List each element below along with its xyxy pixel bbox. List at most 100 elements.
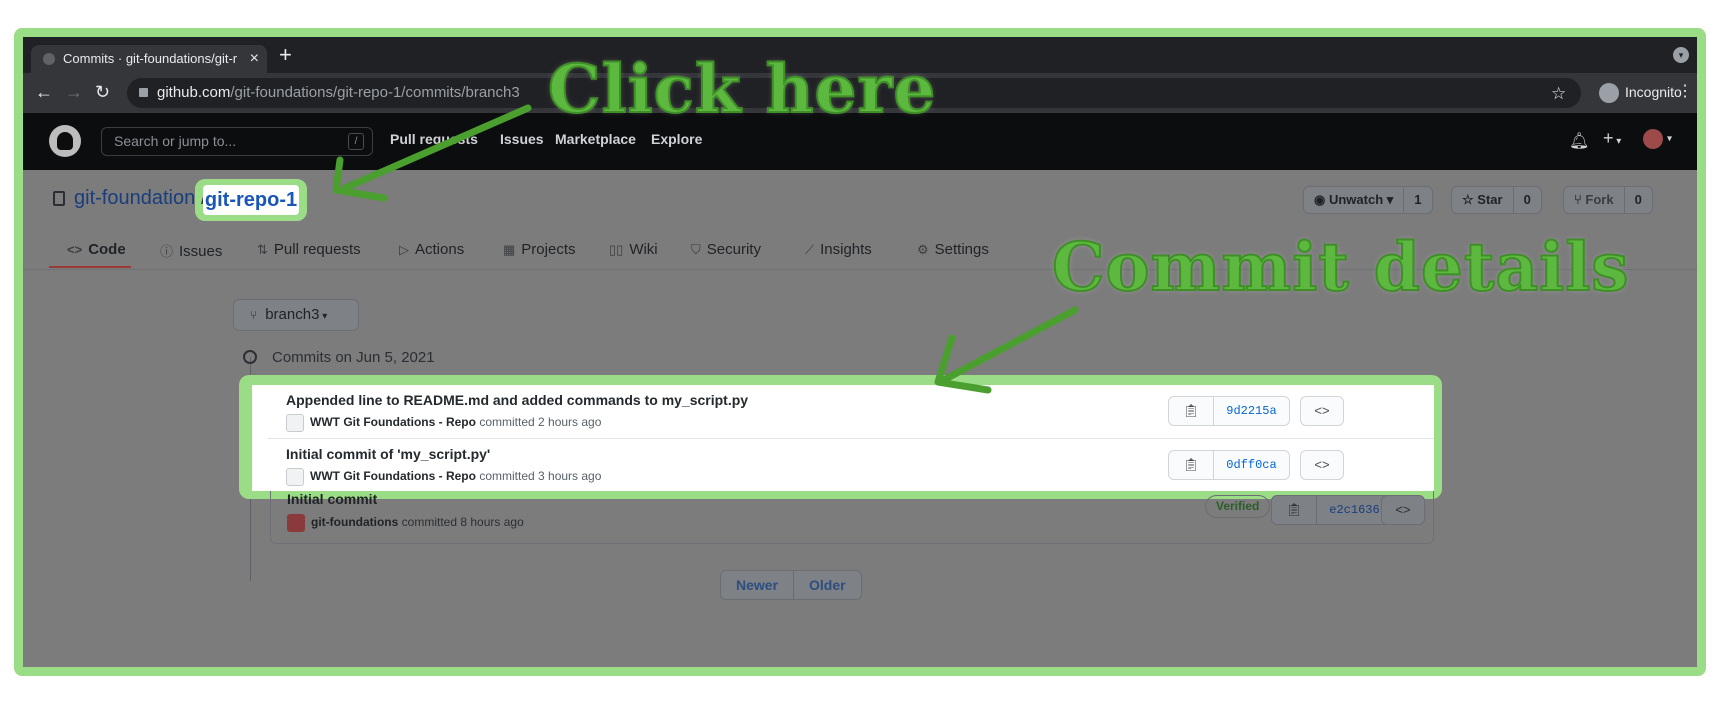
tab-code[interactable]: <> Code [67, 241, 126, 258]
fork-count[interactable]: 0 [1623, 187, 1652, 213]
nav-marketplace[interactable]: Marketplace [555, 131, 636, 147]
tab-issues[interactable]: ⓘ Issues [160, 241, 222, 260]
back-icon[interactable]: ← [35, 81, 53, 103]
commit-sha-link[interactable]: 9d2215a [1213, 397, 1289, 425]
incognito-label: Incognito [1625, 84, 1682, 100]
tab-pull-requests[interactable]: ⇅ Pull requests [257, 241, 361, 258]
commit-title[interactable]: Initial commit of 'my_script.py' [286, 446, 490, 462]
tab-insights[interactable]: ⟋ Insights [805, 241, 872, 258]
repo-icon [53, 191, 65, 206]
watch-count[interactable]: 1 [1403, 187, 1431, 213]
older-button[interactable]: Older [793, 571, 861, 599]
commit-meta: WWT Git Foundations - Repo committed 2 h… [286, 414, 601, 432]
graph-icon: ⟋ [805, 242, 815, 257]
github-logo-icon[interactable] [49, 125, 81, 157]
url-path: /git-foundations/git-repo-1/commits/bran… [230, 84, 520, 101]
commit-details-annotation: Commit details [1051, 227, 1630, 307]
repo-name-link[interactable]: git-repo-1 [203, 185, 299, 215]
tab-actions-label: Actions [415, 241, 465, 258]
reload-icon[interactable]: ↻ [95, 81, 110, 103]
issue-icon: ⓘ [160, 244, 174, 259]
copy-sha-icon[interactable]: 📋︎ [1169, 397, 1213, 425]
author-avatar[interactable] [286, 468, 304, 486]
commit-author[interactable]: WWT Git Foundations - Repo [310, 469, 476, 483]
tab-security[interactable]: ⛉ Security [691, 241, 761, 258]
search-shortcut-key: / [348, 133, 364, 150]
copy-sha-icon[interactable]: 📋︎ [1169, 451, 1213, 479]
copy-sha-icon[interactable]: 📋︎ [1272, 496, 1316, 524]
tab-issues-label: Issues [179, 243, 223, 260]
tab-insights-label: Insights [820, 241, 872, 258]
search-placeholder: Search or jump to... [114, 133, 237, 149]
commit-row: Initial commit git-foundations committed… [270, 491, 1434, 544]
commit-author[interactable]: WWT Git Foundations - Repo [310, 415, 476, 429]
commit-author[interactable]: git-foundations [311, 515, 398, 529]
tab-wiki-label: Wiki [629, 241, 658, 258]
pagination: Newer Older [720, 570, 862, 600]
tab-settings[interactable]: ⚙ Settings [917, 241, 989, 258]
commit-row: Initial commit of 'my_script.py' WWT Git… [268, 438, 1434, 491]
nav-issues[interactable]: Issues [500, 131, 544, 147]
code-icon: <> [67, 242, 83, 257]
commit-time: 8 hours ago [460, 515, 524, 530]
tab-projects-label: Projects [521, 241, 576, 258]
star-icon: ☆ [1462, 192, 1478, 207]
commit-action: committed [479, 415, 535, 430]
bookmark-star-icon[interactable]: ☆ [1551, 79, 1566, 109]
browser-menu-icon[interactable]: ⋮ [1677, 81, 1693, 101]
tab-title: Commits · git-foundations/git-r [63, 51, 238, 66]
commit-row: Appended line to README.md and added com… [268, 385, 1434, 438]
commit-title[interactable]: Initial commit [287, 491, 377, 507]
tab-search-icon[interactable]: ▾ [1673, 47, 1689, 63]
commits-date-heading: Commits on Jun 5, 2021 [272, 349, 435, 366]
pull-request-icon: ⇅ [257, 242, 268, 257]
author-avatar[interactable] [286, 414, 304, 432]
new-tab-button[interactable]: + [279, 43, 292, 67]
star-label: Star [1477, 192, 1503, 207]
commit-sha-group: 📋︎ e2c1636 [1271, 495, 1393, 525]
tab-actions[interactable]: ▷ Actions [399, 241, 464, 258]
create-new-menu[interactable]: + ▾ [1603, 128, 1621, 149]
browser-tab[interactable]: Commits · git-foundations/git-r × [31, 45, 267, 73]
commit-action: committed [479, 469, 535, 484]
commit-time: 2 hours ago [538, 415, 602, 430]
lock-icon [139, 88, 148, 97]
url-host: github.com [157, 84, 231, 101]
commit-sha-link[interactable]: 0dff0ca [1213, 451, 1289, 479]
browse-repo-icon[interactable]: <> [1300, 396, 1344, 426]
incognito-profile[interactable]: Incognito [1599, 81, 1682, 104]
tab-pull-requests-label: Pull requests [273, 241, 361, 258]
watch-button[interactable]: ◉ Unwatch ▾ 1 [1303, 186, 1433, 214]
active-tab-indicator [49, 266, 131, 268]
play-icon: ▷ [399, 242, 409, 257]
tab-wiki[interactable]: ▯▯ Wiki [609, 241, 658, 258]
newer-button[interactable]: Newer [721, 571, 793, 599]
forward-icon[interactable]: → [65, 81, 83, 103]
branch-icon: ⑂ [250, 308, 258, 322]
verified-badge[interactable]: Verified [1205, 495, 1271, 518]
click-here-annotation: Click here [547, 49, 937, 129]
nav-pull-requests[interactable]: Pull requests [390, 131, 478, 147]
close-tab-icon[interactable]: × [250, 45, 259, 73]
commit-title[interactable]: Appended line to README.md and added com… [286, 392, 748, 408]
search-input[interactable]: Search or jump to... / [101, 127, 373, 156]
branch-select-button[interactable]: ⑂ branch3 ▾ [233, 299, 359, 331]
fork-button[interactable]: ⑂ Fork 0 [1563, 186, 1653, 214]
browser-window: Commits · git-foundations/git-r × + ▾ ← … [23, 37, 1697, 667]
author-avatar[interactable] [287, 514, 305, 532]
browse-repo-icon[interactable]: <> [1381, 495, 1425, 525]
branch-name: branch3 [265, 306, 320, 323]
commit-sha-group: 📋︎ 9d2215a [1168, 396, 1290, 426]
user-menu[interactable]: ▾ [1643, 129, 1672, 149]
star-count[interactable]: 0 [1512, 187, 1541, 213]
repo-owner-link[interactable]: git-foundations [74, 187, 205, 210]
tab-projects[interactable]: ▦ Projects [503, 241, 575, 258]
eye-icon: ◉ [1314, 192, 1329, 207]
avatar [1643, 129, 1663, 149]
star-button[interactable]: ☆ Star 0 [1451, 186, 1542, 214]
browse-repo-icon[interactable]: <> [1300, 450, 1344, 480]
shield-icon: ⛉ [691, 242, 701, 257]
watch-label: Unwatch [1328, 192, 1384, 207]
notifications-bell-icon[interactable]: 🔔︎ [1569, 131, 1589, 151]
nav-explore[interactable]: Explore [651, 131, 702, 147]
